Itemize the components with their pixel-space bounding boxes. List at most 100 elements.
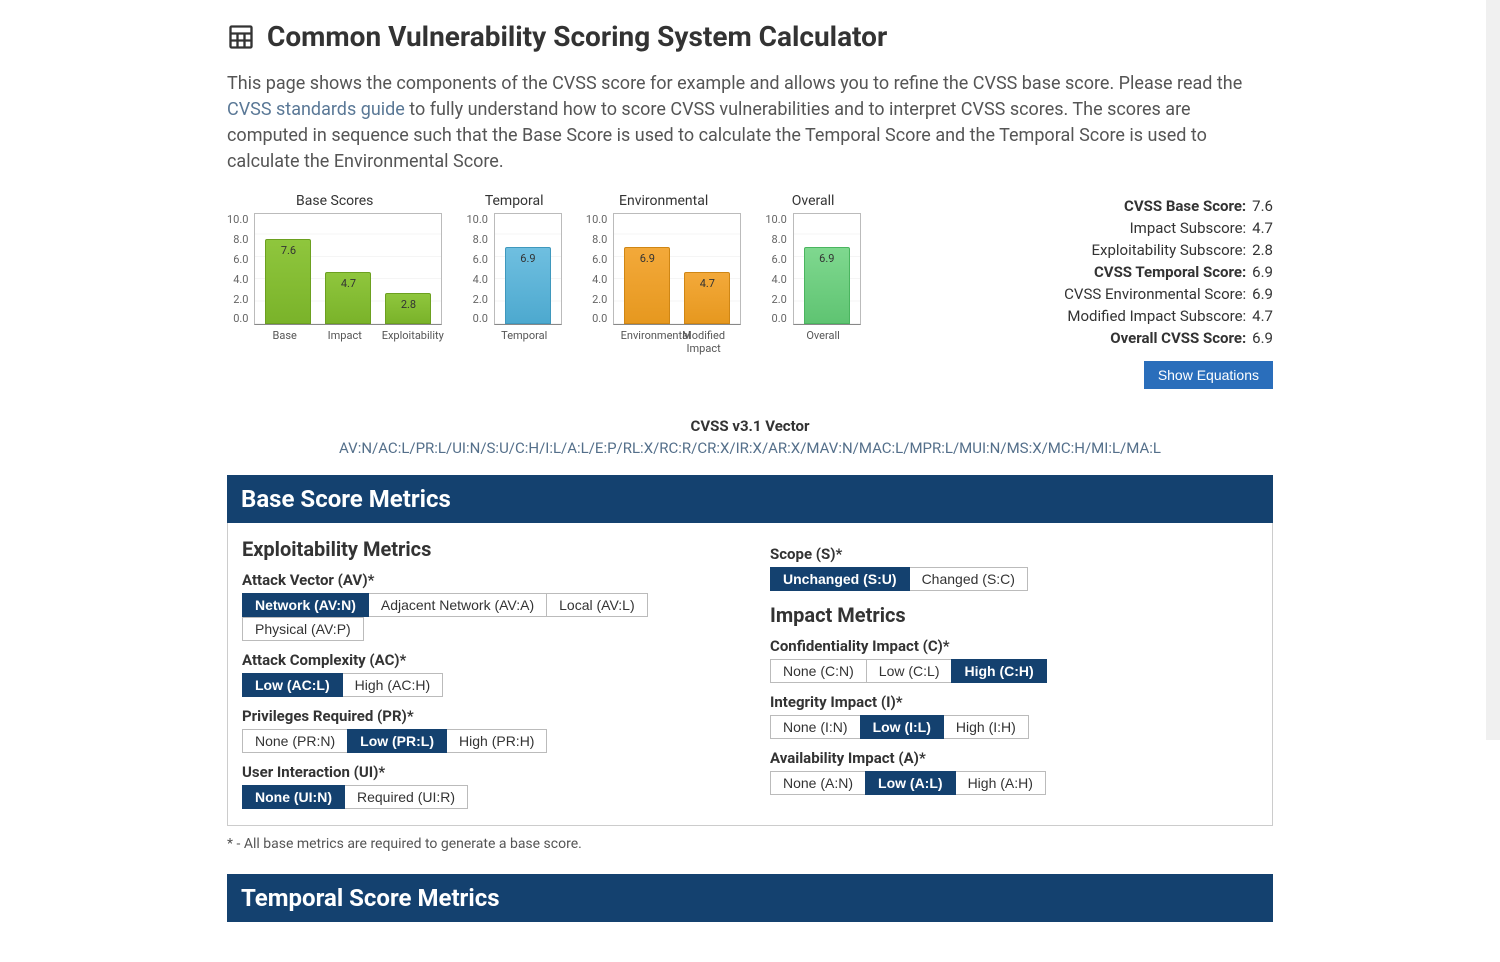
metric-option[interactable]: None (PR:N) (242, 729, 348, 753)
xlabel: Modified Impact (681, 329, 727, 355)
page-title-text: Common Vulnerability Scoring System Calc… (267, 20, 887, 53)
bar-value: 4.7 (685, 277, 729, 290)
base-score-body: Exploitability MetricsAttack Vector (AV)… (227, 523, 1273, 826)
bar-value: 2.8 (386, 298, 430, 311)
bar-value: 4.7 (326, 277, 370, 290)
metric-options: None (C:N)Low (C:L)High (C:H) (770, 659, 1258, 683)
chart-bar: 4.7 (325, 272, 371, 325)
summary-value: 2.8 (1252, 241, 1273, 259)
chart-title: Temporal (485, 193, 544, 209)
chart-bar: 6.9 (804, 247, 850, 324)
metric-label: Scope (S)* (770, 545, 1258, 563)
summary-value: 6.9 (1252, 329, 1273, 347)
xlabel: Overall (800, 329, 846, 342)
metric-option[interactable]: Low (C:L) (866, 659, 953, 683)
metric-label: Attack Vector (AV)* (242, 571, 730, 589)
metric-option[interactable]: Low (I:L) (860, 715, 944, 739)
summary-row: Modified Impact Subscore:4.7 (891, 307, 1273, 325)
metric-option[interactable]: High (AC:H) (342, 673, 443, 697)
metric-option[interactable]: High (A:H) (955, 771, 1046, 795)
ytick: 8.0 (466, 233, 487, 246)
chart-base-scores: Base Scores10.08.06.04.02.00.07.64.72.8B… (227, 193, 442, 355)
metric-option[interactable]: Required (UI:R) (344, 785, 468, 809)
chart-bar: 2.8 (385, 293, 431, 324)
base-footnote: * - All base metrics are required to gen… (227, 836, 1273, 852)
metric-option[interactable]: None (I:N) (770, 715, 861, 739)
ytick: 4.0 (227, 273, 248, 286)
chart-environmental: Environmental10.08.06.04.02.00.06.94.7En… (586, 193, 741, 355)
ytick: 0.0 (466, 312, 487, 325)
ytick: 10.0 (466, 213, 487, 226)
calculator-icon (227, 23, 255, 51)
ytick: 0.0 (586, 312, 607, 325)
temporal-score-header: Temporal Score Metrics (227, 874, 1273, 922)
summary-row: Impact Subscore:4.7 (891, 219, 1273, 237)
ytick: 0.0 (227, 312, 248, 325)
metric-option[interactable]: None (C:N) (770, 659, 867, 683)
metric-option[interactable]: Network (AV:N) (242, 593, 369, 617)
metric-option[interactable]: Physical (AV:P) (242, 617, 364, 641)
metric-option[interactable]: None (UI:N) (242, 785, 345, 809)
chart-temporal: Temporal10.08.06.04.02.00.06.9Temporal (466, 193, 561, 355)
score-charts: Base Scores10.08.06.04.02.00.07.64.72.8B… (227, 193, 861, 355)
metric-option[interactable]: High (C:H) (951, 659, 1046, 683)
metric-option[interactable]: Changed (S:C) (909, 567, 1028, 591)
ytick: 2.0 (586, 293, 607, 306)
metric-option[interactable]: Local (AV:L) (546, 593, 647, 617)
ytick: 8.0 (227, 233, 248, 246)
metric-options: None (I:N)Low (I:L)High (I:H) (770, 715, 1258, 739)
ytick: 2.0 (765, 293, 786, 306)
vector-string: AV:N/AC:L/PR:L/UI:N/S:U/C:H/I:L/A:L/E:P/… (227, 439, 1273, 457)
ytick: 6.0 (466, 253, 487, 266)
xlabel: Temporal (501, 329, 547, 342)
chart-bar: 4.7 (684, 272, 730, 325)
base-score-header: Base Score Metrics (227, 475, 1273, 523)
chart-title: Overall (792, 193, 835, 209)
metric-label: Integrity Impact (I)* (770, 693, 1258, 711)
metric-options: None (PR:N)Low (PR:L)High (PR:H) (242, 729, 730, 753)
ytick: 2.0 (466, 293, 487, 306)
xlabel: Environmental (621, 329, 667, 355)
metric-option[interactable]: Unchanged (S:U) (770, 567, 910, 591)
show-equations-button[interactable]: Show Equations (1144, 361, 1273, 389)
metric-option[interactable]: Adjacent Network (AV:A) (368, 593, 547, 617)
metric-option[interactable]: High (I:H) (943, 715, 1029, 739)
ytick: 8.0 (765, 233, 786, 246)
summary-label: Impact Subscore: (1130, 219, 1247, 237)
ytick: 6.0 (586, 253, 607, 266)
metric-option[interactable]: Low (AC:L) (242, 673, 343, 697)
summary-row: CVSS Temporal Score:6.9 (891, 263, 1273, 281)
ytick: 6.0 (765, 253, 786, 266)
metric-option[interactable]: None (A:N) (770, 771, 866, 795)
summary-value: 4.7 (1252, 307, 1273, 325)
score-summary: CVSS Base Score:7.6Impact Subscore:4.7Ex… (891, 197, 1273, 389)
summary-value: 7.6 (1252, 197, 1273, 215)
xlabel: Impact (322, 329, 368, 342)
bar-value: 7.6 (266, 244, 310, 257)
summary-label: Overall CVSS Score: (1110, 329, 1246, 347)
metric-option[interactable]: Low (A:L) (865, 771, 956, 795)
metric-option[interactable]: Low (PR:L) (347, 729, 447, 753)
ytick: 10.0 (227, 213, 248, 226)
chart-bar: 6.9 (505, 247, 551, 324)
chart-bar: 6.9 (624, 247, 670, 324)
ytick: 6.0 (227, 253, 248, 266)
xlabel: Base (262, 329, 308, 342)
bar-value: 6.9 (506, 252, 550, 265)
bar-value: 6.9 (625, 252, 669, 265)
xlabel: Exploitability (382, 329, 428, 342)
cvss-standards-link[interactable]: CVSS standards guide (227, 99, 405, 120)
vector-title: CVSS v3.1 Vector (227, 417, 1273, 435)
metric-label: Privileges Required (PR)* (242, 707, 730, 725)
ytick: 4.0 (586, 273, 607, 286)
metric-option[interactable]: High (PR:H) (446, 729, 547, 753)
metric-options: None (A:N)Low (A:L)High (A:H) (770, 771, 1258, 795)
summary-label: CVSS Base Score: (1124, 197, 1246, 215)
summary-value: 6.9 (1252, 285, 1273, 303)
chart-overall: Overall10.08.06.04.02.00.06.9Overall (765, 193, 860, 355)
ytick: 2.0 (227, 293, 248, 306)
scrollbar-track[interactable] (1486, 0, 1500, 740)
metric-label: Attack Complexity (AC)* (242, 651, 730, 669)
ytick: 4.0 (765, 273, 786, 286)
metric-label: Availability Impact (A)* (770, 749, 1258, 767)
